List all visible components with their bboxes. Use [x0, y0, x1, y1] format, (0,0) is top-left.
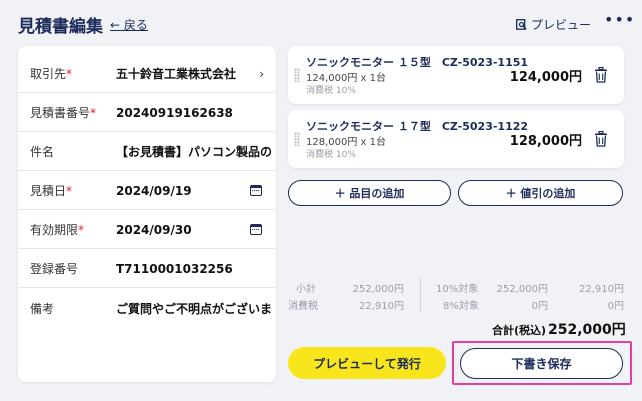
form-row-subject[interactable]: 件名 【お見積書】パソコン製品のま [18, 133, 276, 171]
form-row-client[interactable]: 取引先* 五十鈴音工業株式会社 › [18, 55, 276, 93]
registration-number-value: T7110001032256 [116, 261, 233, 276]
form-row-expiry-date[interactable]: 有効期限* 2024/09/30 [18, 211, 276, 249]
preview-and-issue-button[interactable]: プレビューして発行 [288, 347, 446, 379]
rate10-tax: 22,910円 [579, 284, 624, 295]
estimate-form-card: 取引先* 五十鈴音工業株式会社 › 見積書番号* 20240919162638 … [18, 46, 276, 382]
client-value: 五十鈴音工業株式会社 [116, 67, 237, 81]
form-row-notes[interactable]: 備考 ご質問やご不明点がございまし [18, 289, 276, 327]
rate10-label: 10%対象 [436, 284, 479, 295]
trash-icon[interactable] [594, 131, 608, 147]
form-row-estimate-date[interactable]: 見積日* 2024/09/19 [18, 172, 276, 210]
rate8-base: 0円 [531, 301, 548, 312]
rate8-label: 8%対象 [443, 301, 479, 312]
calendar-icon[interactable] [250, 185, 262, 196]
rate10-base: 252,000円 [496, 284, 548, 295]
item-name: ソニックモニター １７型 CZ-5023-1122 [306, 120, 529, 133]
estimate-date-label: 見積日* [30, 184, 73, 198]
trash-icon[interactable] [594, 67, 608, 83]
subtotal-label: 小計 [296, 284, 316, 295]
drag-handle-icon[interactable] [294, 132, 300, 146]
total-value: 252,000円 [548, 322, 626, 338]
subject-label: 件名 [30, 145, 55, 159]
estimate-date-value: 2024/09/19 [116, 183, 192, 198]
form-row-estimate-number[interactable]: 見積書番号* 20240919162638 [18, 94, 276, 132]
preview-icon [516, 19, 527, 30]
notes-label: 備考 [30, 301, 55, 316]
page-title: 見積書編集 [18, 17, 103, 37]
chevron-right-icon[interactable]: › [259, 67, 264, 81]
expiry-date-label: 有効期限* [30, 223, 85, 237]
registration-number-label: 登録番号 [30, 262, 79, 276]
add-discount-button[interactable]: ＋ 値引の追加 [458, 180, 623, 206]
expiry-date-value: 2024/09/30 [116, 222, 192, 237]
item-unit-price-quantity: 124,000円 x 1台 [306, 73, 386, 84]
item-tax-rate: 消費税 10% [306, 86, 356, 96]
line-item-card[interactable]: ソニックモニター １５型 CZ-5023-1151 124,000円 x 1台 … [288, 46, 624, 104]
save-draft-button[interactable]: 下書き保存 [460, 348, 623, 379]
subject-value: 【お見積書】パソコン製品のま [116, 145, 274, 159]
add-item-button[interactable]: ＋ 品目の追加 [288, 180, 451, 206]
drag-handle-icon[interactable] [294, 68, 300, 82]
total-label: 合計(税込) [492, 324, 547, 337]
form-row-registration-number[interactable]: 登録番号 T7110001032256 [18, 250, 276, 288]
tax-label: 消費税 [288, 301, 318, 312]
estimate-number-value: 20240919162638 [116, 105, 233, 120]
item-tax-rate: 消費税 10% [306, 150, 356, 160]
estimate-number-label: 見積書番号* [30, 106, 97, 120]
notes-value: ご質問やご不明点がございまし [116, 301, 274, 316]
back-link[interactable]: ← 戻る [110, 16, 148, 33]
item-unit-price-quantity: 128,000円 x 1台 [306, 137, 386, 148]
item-name: ソニックモニター １５型 CZ-5023-1151 [306, 56, 529, 69]
tax-value: 22,910円 [359, 301, 404, 312]
rate8-tax: 0円 [607, 301, 624, 312]
subtotal-value: 252,000円 [352, 284, 404, 295]
client-label: 取引先* [30, 67, 73, 81]
calendar-icon[interactable] [250, 224, 262, 235]
preview-label: プレビュー [531, 18, 592, 32]
preview-link[interactable]: プレビュー [516, 16, 591, 33]
more-menu-button[interactable]: ••• [604, 10, 635, 29]
item-amount: 128,000円 [509, 134, 582, 149]
summary-divider [420, 278, 421, 312]
line-item-card[interactable]: ソニックモニター １７型 CZ-5023-1122 128,000円 x 1台 … [288, 110, 624, 168]
item-amount: 124,000円 [509, 70, 582, 85]
